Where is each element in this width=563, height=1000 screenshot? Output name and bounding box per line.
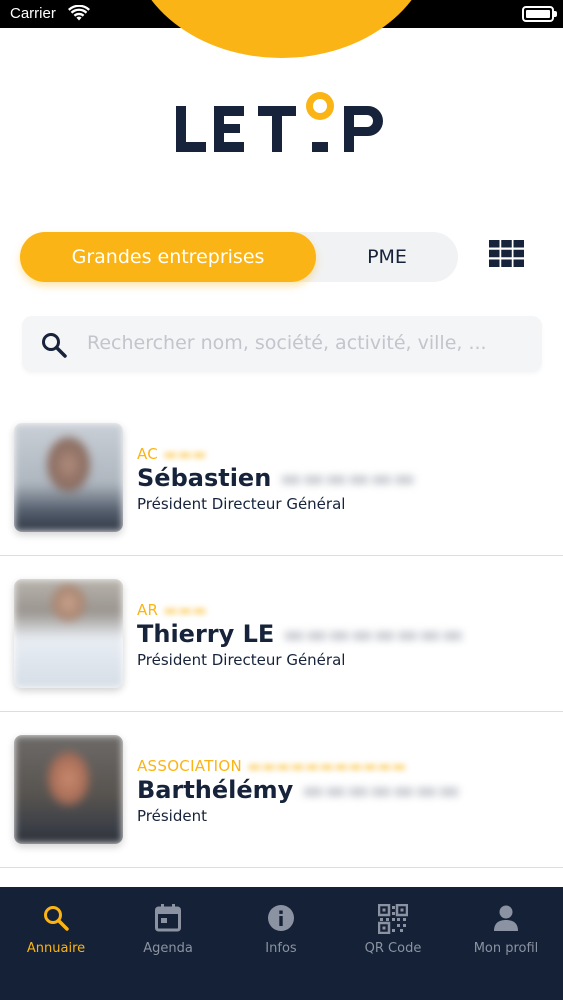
directory-list: AC ▬▬▬ Sébastien ▬▬▬▬▬▬ Président Direct… (0, 400, 563, 868)
battery-icon (522, 6, 557, 22)
tab-label: Annuaire (26, 941, 86, 956)
header-decoration (130, 0, 433, 58)
person-role: Président Directeur Général (137, 495, 346, 513)
calendar-icon (112, 904, 224, 934)
info-icon (225, 904, 337, 934)
person-role: Président Directeur Général (137, 651, 346, 669)
tab-mon-profil[interactable]: Mon profil (450, 887, 562, 977)
tab-bar: Annuaire Agenda Infos QR Code Mon profil (0, 887, 563, 1000)
search-bar[interactable]: Rechercher nom, société, activité, ville… (22, 316, 542, 372)
person-name: Thierry LE ▬▬▬▬▬▬▬▬ (137, 620, 465, 648)
tab-agenda[interactable]: Agenda (112, 887, 224, 977)
avatar (14, 423, 123, 532)
search-icon (0, 904, 112, 934)
person-role: Président (137, 807, 207, 825)
tab-label: Mon profil (473, 941, 539, 956)
list-item[interactable]: AC ▬▬▬ Sébastien ▬▬▬▬▬▬ Président Direct… (0, 400, 563, 556)
person-name: Barthélémy ▬▬▬▬▬▬▬ (137, 776, 461, 804)
company-name: ASSOCIATION ▬▬▬▬▬▬▬▬▬▬▬ (137, 757, 407, 775)
profile-icon (450, 904, 562, 934)
tab-label: Agenda (143, 941, 193, 956)
avatar (14, 735, 123, 844)
search-input[interactable]: Rechercher nom, société, activité, ville… (87, 332, 487, 354)
tab-infos[interactable]: Infos (225, 887, 337, 977)
tab-grandes-entreprises[interactable]: Grandes entreprises (20, 232, 316, 282)
qr-code-icon (337, 904, 449, 934)
search-icon (42, 333, 67, 358)
company-size-toggle: Grandes entreprises PME (20, 232, 458, 282)
tab-annuaire[interactable]: Annuaire (0, 887, 112, 977)
grid-view-icon[interactable] (489, 240, 524, 267)
list-item[interactable]: AR ▬▬▬ Thierry LE ▬▬▬▬▬▬▬▬ Président Dir… (0, 556, 563, 712)
tab-label: Infos (265, 941, 297, 956)
tab-pme[interactable]: PME (316, 232, 458, 282)
company-name: AR ▬▬▬ (137, 601, 207, 619)
tab-qr-code[interactable]: QR Code (337, 887, 449, 977)
person-name: Sébastien ▬▬▬▬▬▬ (137, 464, 416, 492)
list-item[interactable]: ASSOCIATION ▬▬▬▬▬▬▬▬▬▬▬ Barthélémy ▬▬▬▬▬… (0, 712, 563, 868)
tab-label: QR Code (364, 941, 422, 956)
le-top-logo (176, 92, 383, 152)
company-name: AC ▬▬▬ (137, 445, 207, 463)
avatar (14, 579, 123, 688)
